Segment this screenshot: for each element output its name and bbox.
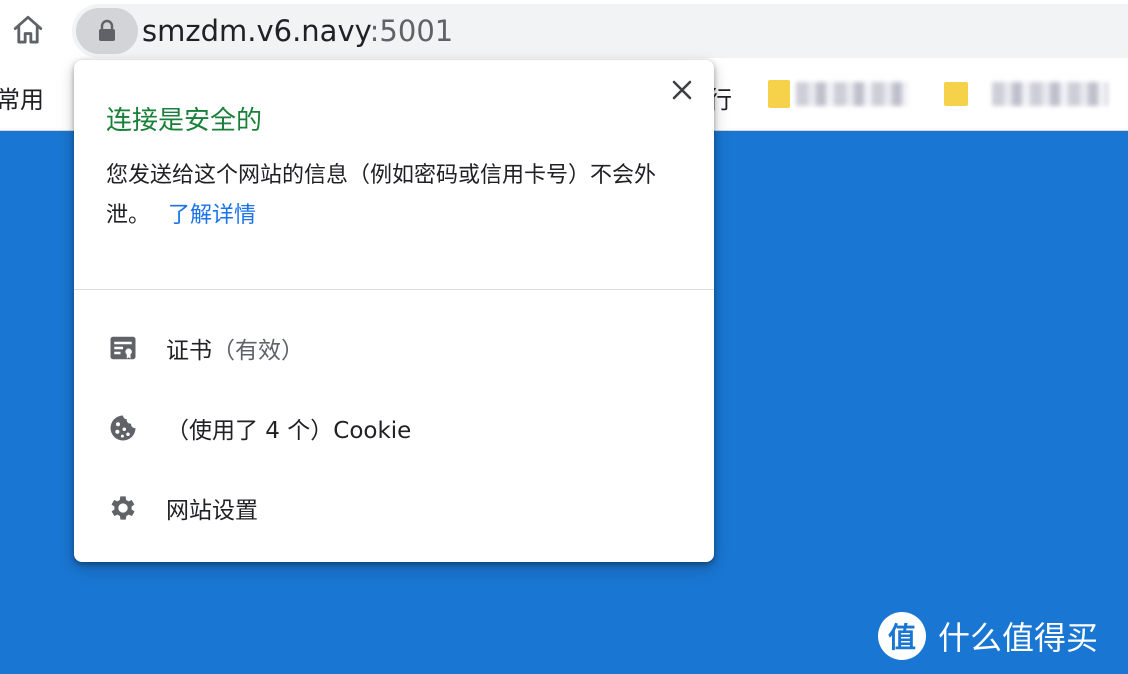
certificate-label: 证书 (166, 338, 212, 364)
cookies-label: （使用了 4 个）Cookie (166, 418, 412, 444)
bookmark-folder-icon[interactable] (768, 80, 790, 108)
bookmark-common[interactable]: 常用 (0, 80, 44, 115)
watermark-text: 什么值得买 (938, 619, 1099, 657)
lock-icon (99, 19, 115, 41)
url-port: :5001 (369, 14, 454, 48)
bookmark-folder-icon-2[interactable] (944, 82, 968, 106)
home-button[interactable] (10, 12, 46, 48)
close-button[interactable] (668, 76, 696, 104)
watermark-logo: 值 (878, 612, 926, 660)
browser-window: smzdm.v6.navy:5001 常用 行 连接是安全的 您发送给这个网站的… (0, 0, 1128, 674)
blurred-bookmark-1[interactable] (796, 82, 908, 106)
certificate-icon (110, 336, 136, 360)
url-host: smzdm.v6.navy (142, 14, 370, 48)
site-settings-label: 网站设置 (166, 498, 258, 524)
gear-icon (111, 496, 135, 520)
address-bar[interactable]: smzdm.v6.navy:5001 (72, 4, 1128, 58)
home-icon (13, 15, 43, 44)
cookies-row[interactable]: （使用了 4 个）Cookie (106, 400, 686, 456)
browser-toolbar: smzdm.v6.navy:5001 (0, 0, 1128, 62)
site-info-button[interactable] (76, 8, 138, 54)
connection-secure-title: 连接是安全的 (106, 106, 263, 136)
cookie-icon (110, 415, 136, 441)
certificate-row[interactable]: 证书（有效） (106, 320, 686, 376)
certificate-status: （有效） (212, 338, 304, 364)
close-icon (672, 80, 692, 100)
url-text[interactable]: smzdm.v6.navy:5001 (142, 4, 453, 58)
site-info-popup: 连接是安全的 您发送给这个网站的信息（例如密码或信用卡号）不会外泄。 了解详情 证… (74, 60, 714, 562)
blurred-bookmark-2[interactable] (992, 82, 1108, 106)
learn-more-link[interactable]: 了解详情 (168, 203, 256, 228)
connection-description: 您发送给这个网站的信息（例如密码或信用卡号）不会外泄。 了解详情 (106, 156, 696, 236)
watermark: 值 什么值得买 (878, 612, 1098, 660)
site-settings-row[interactable]: 网站设置 (106, 480, 686, 536)
divider (74, 289, 714, 290)
